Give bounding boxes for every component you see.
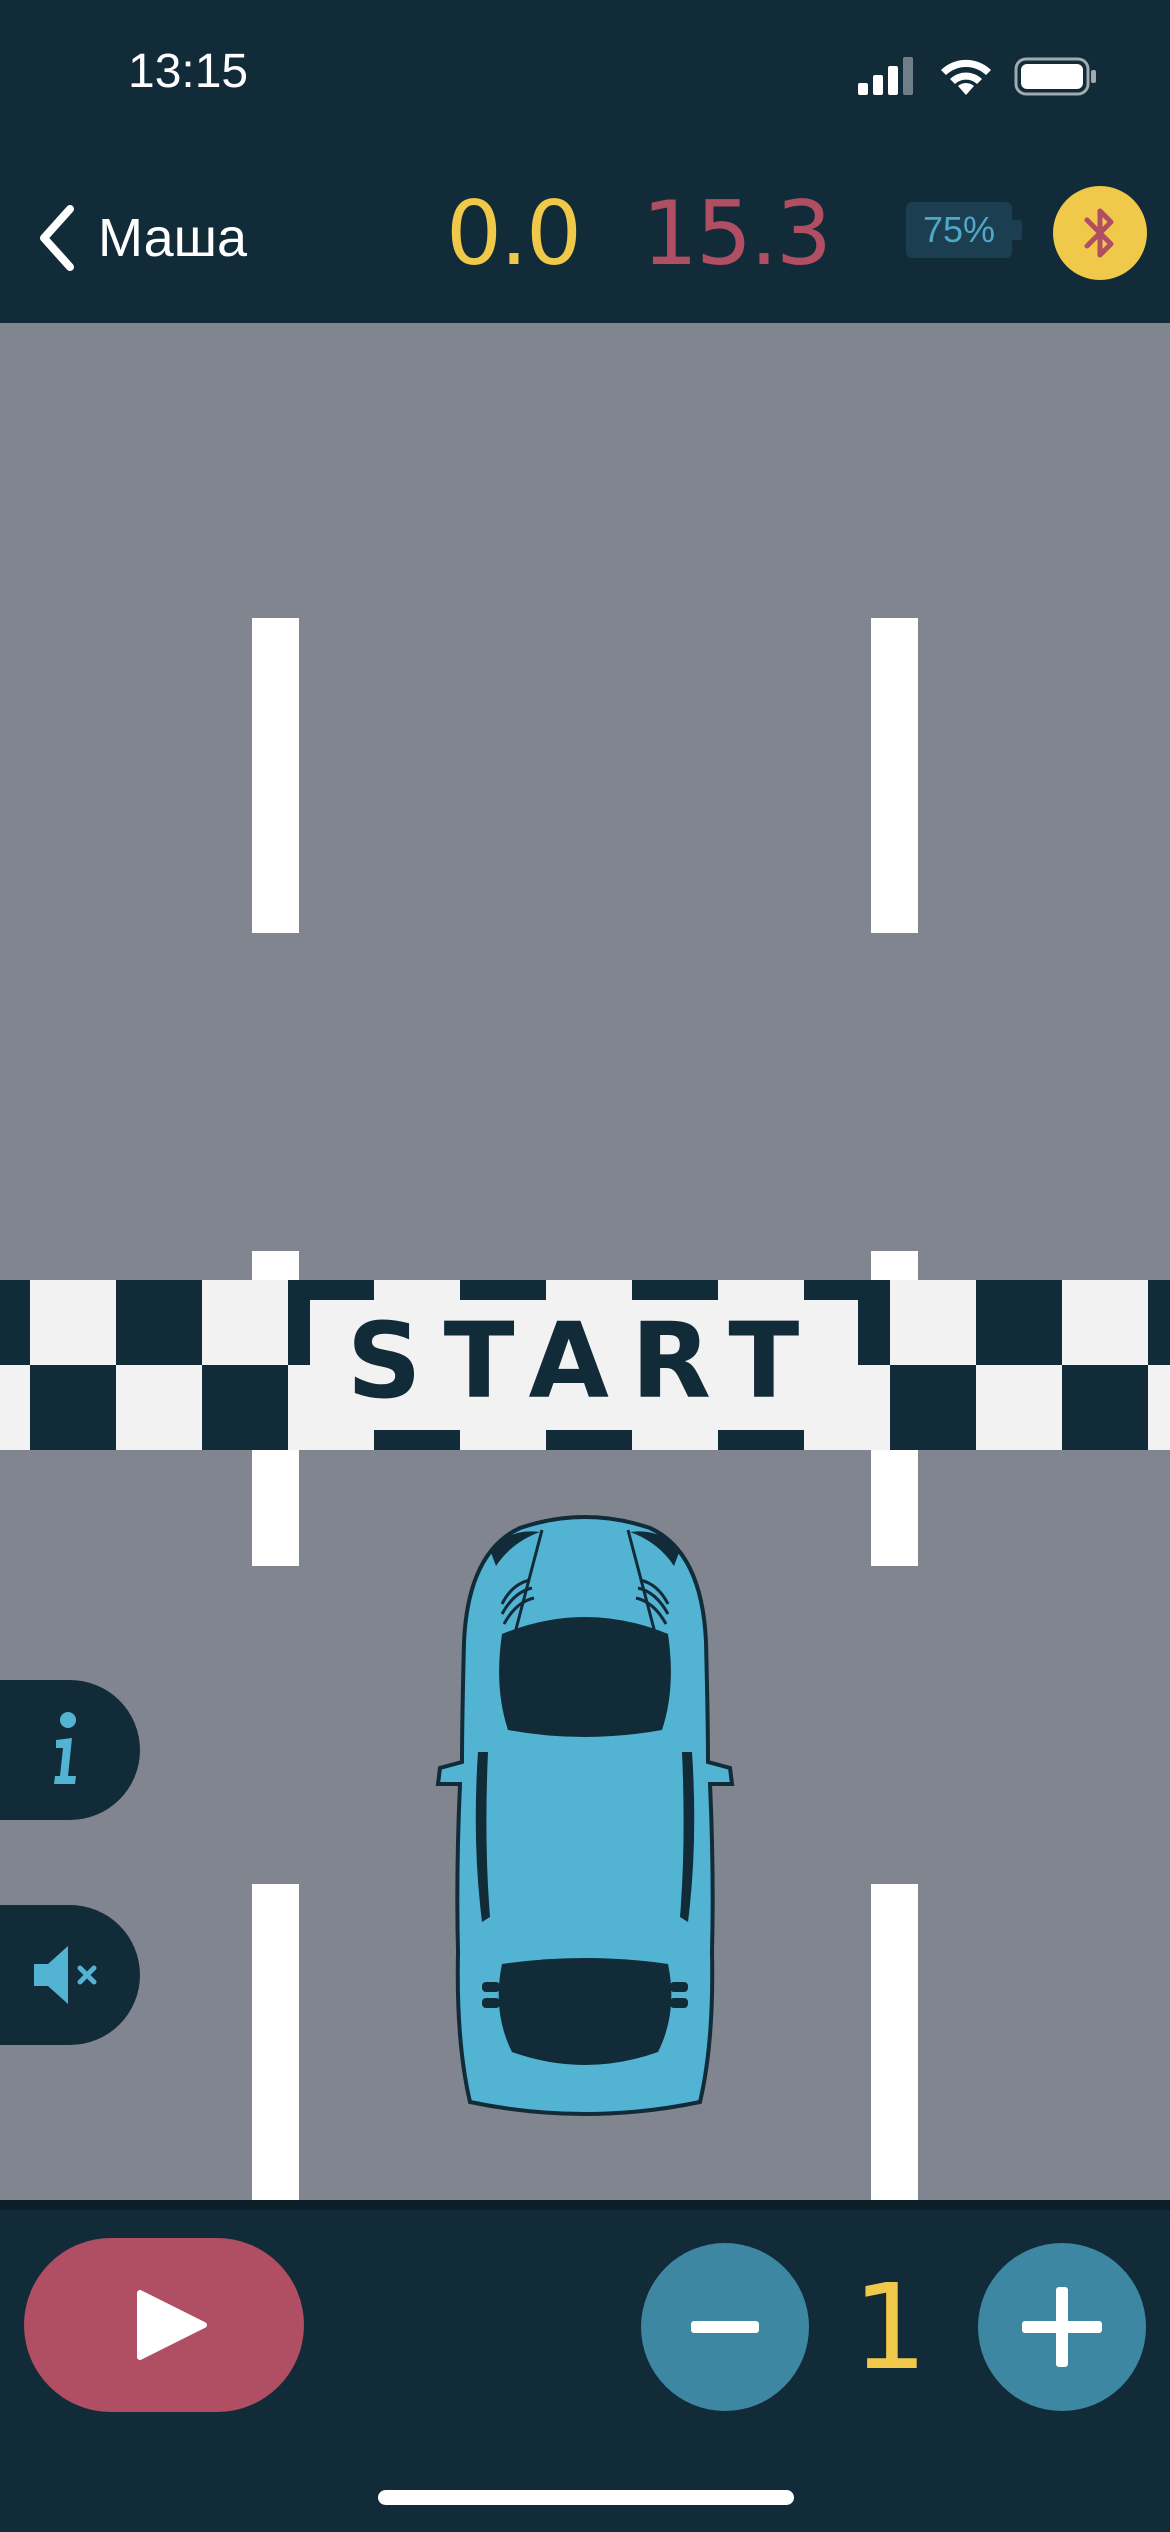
wifi-icon [941,59,991,95]
plus-icon [1022,2287,1102,2367]
decrement-button[interactable] [641,2243,809,2411]
header: Маша 0.0 15.3 75% [0,150,1170,323]
mute-button[interactable] [0,1905,140,2045]
best-score: 15.3 [642,182,832,285]
bluetooth-icon [1084,208,1114,258]
race-car-icon[interactable] [430,1512,740,2124]
minus-icon [691,2321,759,2333]
back-button[interactable]: Маша [36,200,247,275]
status-icons [858,55,1098,97]
status-bar: 13:15 [0,0,1170,150]
info-button[interactable] [0,1680,140,1820]
lane-marking [871,1884,918,2200]
bluetooth-button[interactable] [1053,186,1147,280]
lane-marking [871,618,918,933]
lane-marking [252,1884,299,2200]
home-indicator[interactable] [378,2490,794,2505]
cellular-signal-icon [858,57,913,95]
device-battery-level: 75% [922,209,996,250]
info-icon [54,1712,76,1784]
start-label: START [346,1300,822,1422]
lane-marking [252,618,299,933]
count-value: 1 [852,2258,928,2396]
current-score: 0.0 [446,182,582,285]
speaker-muted-icon [34,1946,97,2004]
increment-button[interactable] [978,2243,1146,2411]
status-time: 13:15 [128,45,249,98]
chevron-left-icon [40,204,74,271]
play-button[interactable] [24,2238,304,2412]
device-battery: 75% [906,202,1026,258]
back-label: Маша [98,207,247,268]
battery-icon [1014,57,1096,96]
play-icon [137,2290,207,2360]
